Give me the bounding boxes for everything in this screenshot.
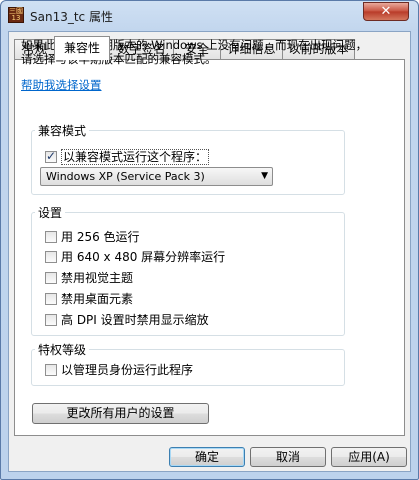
checkbox[interactable] <box>45 293 57 305</box>
run-as-admin-option[interactable]: 以管理员身份运行此程序 <box>45 362 193 378</box>
checkbox[interactable] <box>45 314 57 326</box>
setting-label: 禁用视觉主题 <box>61 271 134 285</box>
compat-mode-option[interactable]: ✓ 以兼容模式运行这个程序： <box>45 149 210 165</box>
window-title: San13_tc 属性 <box>30 10 113 24</box>
compat-mode-checkbox[interactable]: ✓ <box>45 149 57 163</box>
tab-compatibility[interactable]: 兼容性 <box>54 36 110 60</box>
checkbox[interactable] <box>45 251 57 263</box>
setting-label: 用 256 色运行 <box>61 230 140 244</box>
setting-disable-dpi-scaling[interactable]: 高 DPI 设置时禁用显示缩放 <box>45 312 209 328</box>
compat-mode-label: 以兼容模式运行这个程序： <box>61 149 210 165</box>
setting-label: 高 DPI 设置时禁用显示缩放 <box>61 313 209 327</box>
privilege-title: 特权等级 <box>35 341 90 358</box>
setting-640x480[interactable]: 用 640 x 480 屏幕分辨率运行 <box>45 249 225 265</box>
windows-version-value: Windows XP (Service Pack 3) <box>46 170 205 183</box>
properties-window: 三國 13 San13_tc 属性 ✕ 常规 兼容性 数字签名 安全 详细信息 以… <box>0 0 419 480</box>
close-button[interactable]: ✕ <box>363 2 409 21</box>
ok-button[interactable]: 确定 <box>169 447 245 467</box>
run-as-admin-label: 以管理员身份运行此程序 <box>61 363 194 377</box>
setting-label: 用 640 x 480 屏幕分辨率运行 <box>61 250 226 264</box>
cancel-button[interactable]: 取消 <box>250 447 326 467</box>
setting-label: 禁用桌面元素 <box>61 292 134 306</box>
dropdown-arrow-icon: ▼ <box>261 171 268 181</box>
setting-256-colors[interactable]: 用 256 色运行 <box>45 229 140 245</box>
setting-disable-visual-themes[interactable]: 禁用视觉主题 <box>45 270 133 286</box>
apply-button[interactable]: 应用(A) <box>331 447 407 467</box>
checkbox[interactable] <box>45 272 57 284</box>
run-as-admin-checkbox[interactable] <box>45 364 57 376</box>
change-all-users-button[interactable]: 更改所有用户的设置 <box>32 403 209 424</box>
close-icon: ✕ <box>380 4 392 19</box>
compat-mode-title: 兼容模式 <box>35 122 90 139</box>
setting-disable-desktop-composition[interactable]: 禁用桌面元素 <box>45 291 133 307</box>
settings-title: 设置 <box>35 204 66 221</box>
app-icon: 三國 13 <box>8 7 24 23</box>
help-link[interactable]: 帮助我选择设置 <box>21 77 102 93</box>
checkbox[interactable] <box>45 231 57 243</box>
check-icon: ✓ <box>46 149 57 163</box>
title-bar[interactable]: 三國 13 San13_tc 属性 ✕ <box>1 1 418 31</box>
windows-version-select[interactable]: Windows XP (Service Pack 3) ▼ <box>40 167 273 186</box>
